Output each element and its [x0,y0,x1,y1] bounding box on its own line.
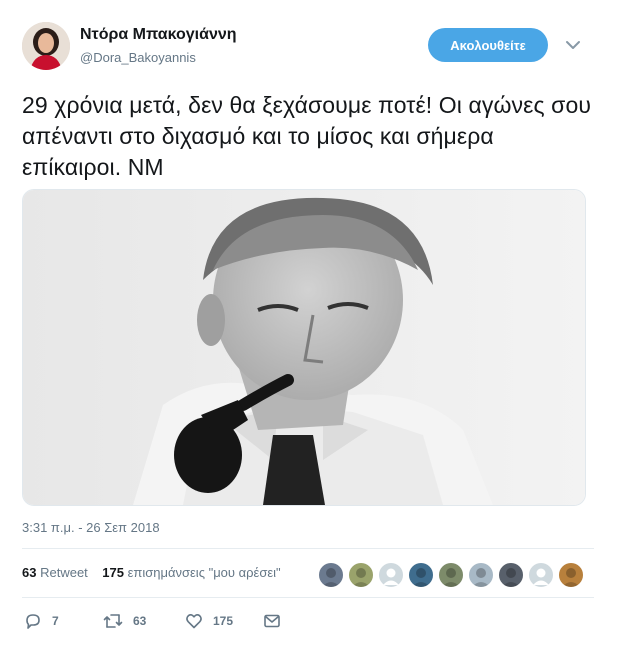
retweets-stat[interactable]: 63 Retweet [22,565,88,580]
liker-avatar[interactable] [348,562,374,588]
retweet-icon [103,612,123,630]
like-button[interactable]: 175 [185,611,233,631]
liker-avatar[interactable] [378,562,404,588]
divider [22,548,594,549]
direct-message-button[interactable] [263,611,281,631]
tweet-text: 29 χρόνια μετά, δεν θα ξεχάσουμε ποτέ! Ο… [22,92,592,180]
retweet-count: 63 [133,614,147,628]
heart-icon [185,612,203,630]
retweet-button[interactable]: 63 [103,611,146,631]
retweets-label: Retweet [40,565,88,580]
retweets-count: 63 [22,565,37,580]
liker-avatar[interactable] [498,562,524,588]
tweet-stats: 63 Retweet 175 επισημάνσεις "μου αρέσει" [22,565,281,580]
liker-avatar[interactable] [558,562,584,588]
envelope-icon [263,612,281,630]
author-handle[interactable]: @Dora_Bakoyannis [80,50,196,65]
author-avatar[interactable] [22,22,70,70]
reply-count: 7 [52,614,59,628]
likes-stat[interactable]: 175 επισημάνσεις "μου αρέσει" [102,565,280,580]
divider [22,597,594,598]
liker-avatar[interactable] [528,562,554,588]
liker-avatar[interactable] [468,562,494,588]
author-name[interactable]: Ντόρα Μπακογιάννη [80,26,237,44]
reply-button[interactable]: 7 [24,611,59,631]
tweet-card: Ντόρα Μπακογιάννη @Dora_Bakoyannis Ακολο… [0,0,618,661]
likes-count: 175 [102,565,124,580]
likes-label: επισημάνσεις "μου αρέσει" [127,565,281,580]
liker-avatar[interactable] [408,562,434,588]
tweet-photo[interactable] [22,189,586,506]
chevron-down-icon[interactable] [564,36,582,54]
reply-icon [24,612,42,630]
follow-button[interactable]: Ακολουθείτε [428,28,548,62]
liker-avatars [318,562,588,588]
like-count: 175 [213,614,234,628]
liker-avatar[interactable] [438,562,464,588]
liker-avatar[interactable] [318,562,344,588]
tweet-timestamp[interactable]: 3:31 π.μ. - 26 Σεπ 2018 [22,520,160,535]
